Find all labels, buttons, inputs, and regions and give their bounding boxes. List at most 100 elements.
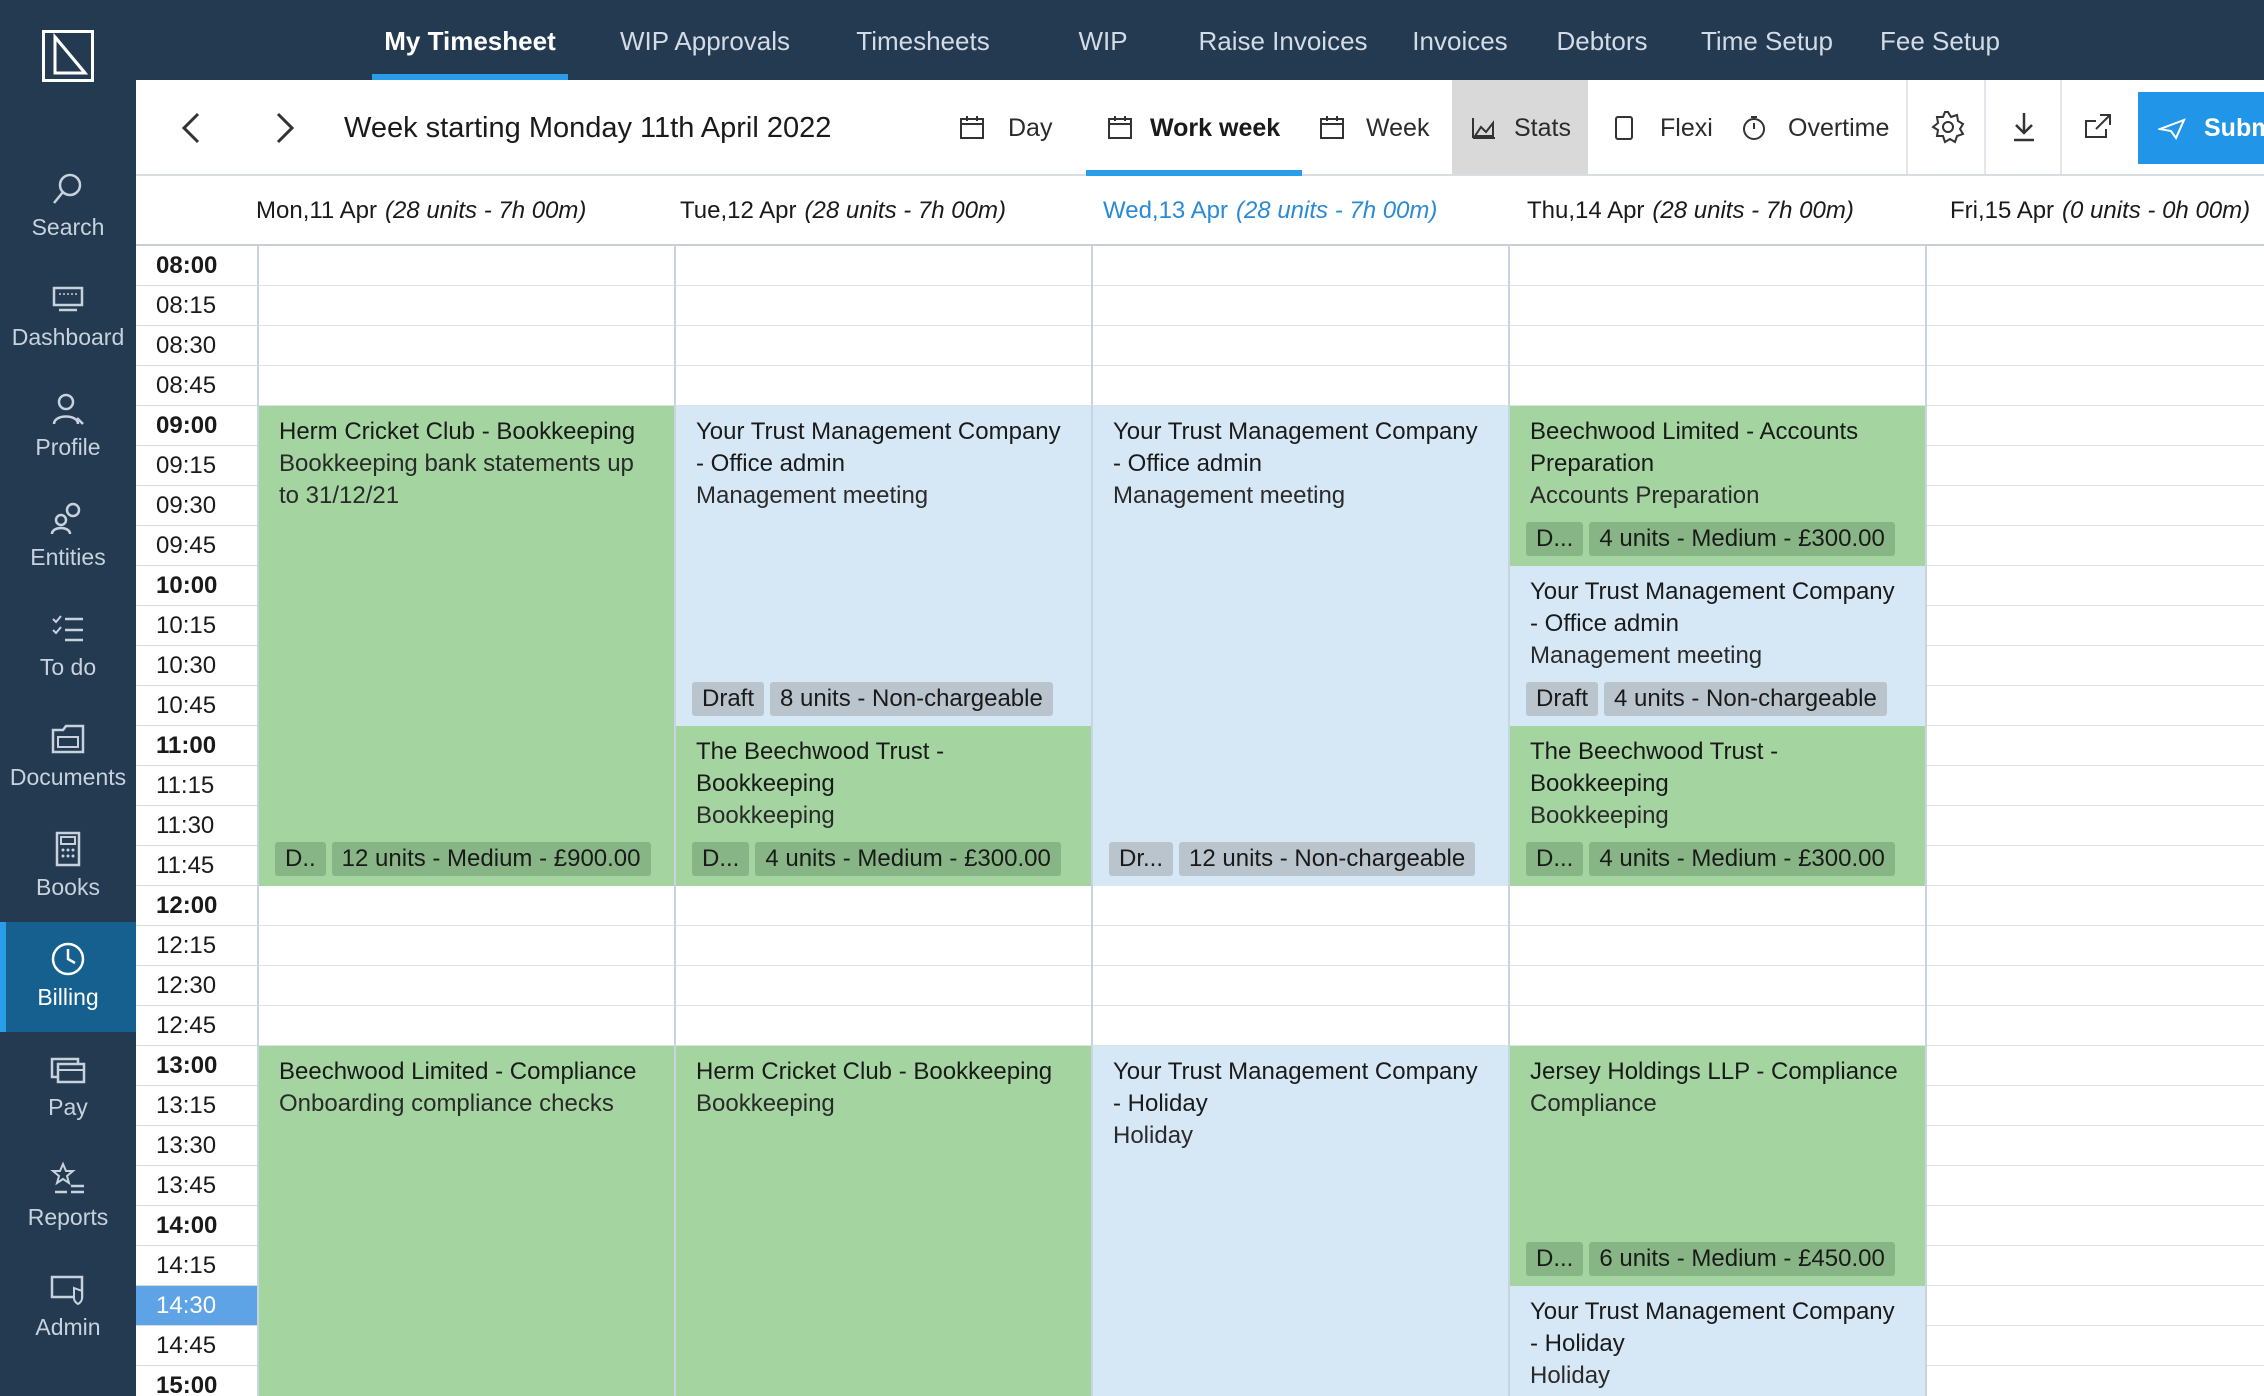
sidebar-item-books[interactable]: Books [0,812,136,922]
time-entry-title: Your Trust Management Company - Office a… [696,418,1061,477]
time-entry[interactable]: Your Trust Management Company - Holiday H… [1093,1046,1508,1396]
time-entry[interactable]: The Beechwood Trust - Bookkeeping Bookkee… [1510,726,1925,886]
nav-tab-invoices[interactable]: Invoices [1407,0,1513,80]
sidebar-item-profile[interactable]: Profile [0,372,136,482]
sidebar-item-documents[interactable]: Documents [0,702,136,812]
time-entry[interactable]: Beechwood Limited - Accounts Preparation… [1510,406,1925,566]
time-entry-title: Beechwood Limited - Compliance [279,1058,637,1085]
day-name: Wed,13 Apr [1103,197,1228,224]
time-entry[interactable]: Beechwood Limited - Compliance Onboarding… [259,1046,674,1396]
time-slot: 12:00 [136,886,257,926]
time-entry-description: Management meeting [1113,482,1346,509]
day-summary: (0 units - 0h 00m) [2062,197,2251,224]
time-entry[interactable]: Your Trust Management Company - Office a… [1093,406,1508,886]
time-entry-description: Holiday [1530,1362,1611,1389]
nav-tab-wip[interactable]: WIP [1067,0,1139,80]
submit-button[interactable]: Subm [2138,92,2264,164]
sidebar-item-label: Pay [48,1094,88,1120]
nav-tab-raise-invoices[interactable]: Raise Invoices [1183,0,1383,80]
time-entry[interactable]: Your Trust Management Company - Office a… [676,406,1091,726]
units-badge: 6 units - Medium - £450.00 [1589,1242,1895,1276]
checklist-icon [49,610,87,648]
settings-button[interactable] [1920,80,1978,174]
download-button[interactable] [1996,80,2054,174]
calendar-icon [960,116,984,139]
calculator-icon [49,830,87,868]
time-entry[interactable]: The Beechwood Trust - Bookkeeping Bookkee… [676,726,1091,886]
time-entry-description: Bookkeeping [696,1090,835,1117]
day-name: Fri,15 Apr [1950,197,2055,224]
sidebar-item-to-do[interactable]: To do [0,592,136,702]
time-entry-title: Your Trust Management Company - Office a… [1113,418,1478,477]
day-header[interactable]: Mon,11 Apr (28 units - 7h 00m) [256,176,586,246]
time-slot: 09:30 [136,486,257,526]
day-view-label: Day [1008,114,1053,142]
open-external-button[interactable] [2070,80,2128,174]
time-entry-title: The Beechwood Trust - Bookkeeping [1530,738,1779,797]
time-entry-title: The Beechwood Trust - Bookkeeping [696,738,945,797]
calendar-grid[interactable]: Herm Cricket Club - Bookkeeping Bookkeepi… [257,246,2264,1396]
work-week-view-button[interactable]: Work week [1086,80,1302,176]
nav-tab-time-setup[interactable]: Time Setup [1697,0,1837,80]
week-view-button[interactable]: Week [1318,80,1438,174]
sidebar-item-label: Admin [35,1314,101,1340]
time-slot: 11:30 [136,806,257,846]
time-entry[interactable]: Jersey Holdings LLP - Compliance Complian… [1510,1046,1925,1286]
time-entry[interactable]: Your Trust Management Company - Office a… [1510,566,1925,726]
stats-label: Stats [1514,114,1571,142]
units-badge: 8 units - Non-chargeable [770,682,1053,716]
sidebar-item-entities[interactable]: Entities [0,482,136,592]
status-badge: D... [1526,522,1584,556]
time-slot: 12:45 [136,1006,257,1046]
previous-week-button[interactable] [166,102,218,154]
star-list-icon [49,1160,87,1198]
sidebar-item-label: Profile [35,434,101,460]
time-entry[interactable]: Your Trust Management Company - Holiday H… [1510,1286,1925,1396]
time-slot: 08:45 [136,366,257,406]
sidebar: Search Dashboard Profile Entities To do Docum… [0,0,136,1396]
time-slot: 10:30 [136,646,257,686]
flexi-button[interactable]: Flexi [1610,80,1720,174]
day-summary: (28 units - 7h 00m) [384,197,587,224]
nav-tab-fee-setup[interactable]: Fee Setup [1875,0,2005,80]
toolbar: Week starting Monday 11th April 2022 Day… [136,80,2264,176]
top-navigation: My Timesheet WIP Approvals Timesheets WIP Ra… [136,0,2264,80]
sidebar-item-label: Dashboard [11,324,125,350]
sidebar-item-label: Search [31,214,105,240]
day-name: Tue,12 Apr [680,197,797,224]
sidebar-item-reports[interactable]: Reports [0,1142,136,1252]
time-slot: 08:30 [136,326,257,366]
sidebar-item-dashboard[interactable]: Dashboard [0,262,136,372]
nav-tab-timesheets[interactable]: Timesheets [838,0,1008,80]
time-entry-description: Compliance [1530,1090,1657,1117]
time-entry[interactable]: Herm Cricket Club - Bookkeeping Bookkeepi… [259,406,674,886]
monitor-icon [49,280,87,318]
sidebar-item-pay[interactable]: Pay [0,1032,136,1142]
time-entry[interactable]: Herm Cricket Club - Bookkeeping Bookkeepi… [676,1046,1091,1396]
sidebar-item-billing[interactable]: Billing [0,922,136,1032]
day-header[interactable]: Fri,15 Apr (0 units - 0h 00m) [1950,176,2250,246]
day-name: Mon,11 Apr [256,197,377,224]
time-entry-description: Bookkeeping bank statements up to 31/12/… [279,450,634,509]
time-slot: 10:15 [136,606,257,646]
stats-button[interactable]: Stats [1452,80,1588,174]
time-entry-description: Bookkeeping [1530,802,1669,829]
overtime-button[interactable]: Overtime [1740,80,1900,174]
day-header[interactable]: Tue,12 Apr (28 units - 7h 00m) [680,176,1006,246]
day-header[interactable]: Thu,14 Apr (28 units - 7h 00m) [1527,176,1854,246]
time-slot: 11:15 [136,766,257,806]
day-view-button[interactable]: Day [958,80,1068,174]
nav-tab-my-timesheet[interactable]: My Timesheet [372,0,568,80]
sidebar-item-search[interactable]: Search [0,152,136,262]
day-header[interactable]: Wed,13 Apr (28 units - 7h 00m) [1103,176,1437,246]
sidebar-item-admin[interactable]: Admin [0,1252,136,1362]
app-logo[interactable] [42,30,94,82]
time-slot: 08:15 [136,286,257,326]
nav-tab-debtors[interactable]: Debtors [1539,0,1665,80]
page-icon [1615,116,1633,140]
nav-tab-wip-approvals[interactable]: WIP Approvals [605,0,805,80]
gear-icon [1931,111,1965,144]
status-badge: D... [1526,1242,1584,1276]
calendar-icon [1320,116,1344,139]
next-week-button[interactable] [258,102,310,154]
